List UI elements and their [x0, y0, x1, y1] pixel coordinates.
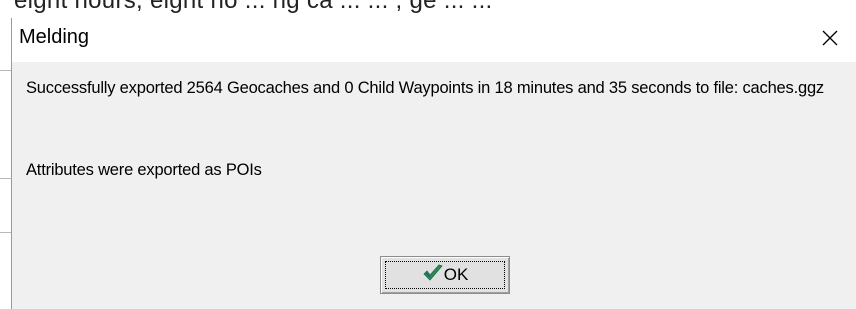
- dialog-content: Successfully exported 2564 Geocaches and…: [12, 62, 856, 309]
- message-text: Successfully exported 2564 Geocaches and…: [26, 79, 824, 97]
- message-note: Attributes were exported as POIs: [26, 161, 262, 179]
- checkmark-icon: [423, 264, 443, 281]
- dialog-titlebar[interactable]: Melding: [12, 18, 856, 62]
- message-dialog: Melding Successfully exported 2564 Geoca…: [11, 18, 856, 309]
- close-button[interactable]: [808, 18, 852, 58]
- background-edge-mark: [0, 232, 11, 233]
- background-window-text: eight hours, eight ho ... ng ca ... ... …: [0, 0, 856, 18]
- close-icon: [822, 30, 838, 46]
- ok-button[interactable]: OK: [380, 256, 510, 294]
- dialog-title: Melding: [19, 26, 90, 48]
- ok-button-label: OK: [443, 265, 469, 284]
- background-partial-text: eight hours, eight ho ... ng ca ... ... …: [14, 0, 493, 14]
- background-edge-mark: [0, 70, 11, 71]
- background-edge-mark: [0, 178, 11, 179]
